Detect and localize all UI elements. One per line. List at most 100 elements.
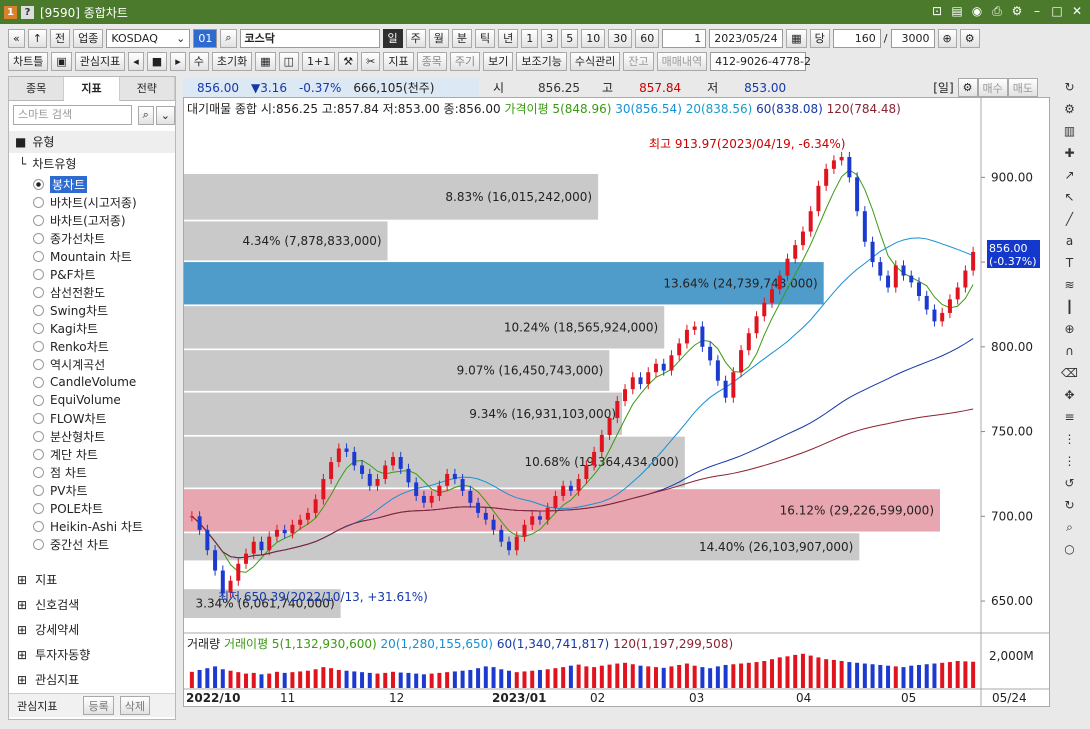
radio-icon[interactable] — [33, 268, 44, 280]
eraser-icon[interactable]: ⌫ — [1060, 364, 1080, 383]
code-field[interactable]: 01 — [193, 28, 218, 48]
radio-icon[interactable] — [33, 394, 44, 406]
tab-indicator[interactable]: 지표 — [64, 77, 120, 101]
stop-icon[interactable]: ■ — [146, 51, 168, 71]
magnet-icon[interactable]: ∩ — [1060, 342, 1080, 361]
save-icon[interactable]: ▣ — [51, 51, 72, 71]
chart-type-option[interactable]: FLOW차트 — [9, 409, 175, 427]
grid-lines-icon[interactable]: ⋮ — [1060, 452, 1080, 471]
period-day[interactable]: 일 — [382, 28, 403, 48]
bars-field[interactable]: 160 — [832, 28, 881, 48]
market-select[interactable]: KOSDAQ ⌄ — [106, 28, 191, 48]
sell-button[interactable]: 매도 — [1007, 78, 1038, 97]
trend-icon[interactable]: ↗ — [1060, 166, 1080, 185]
group-type[interactable]: ■ 유형 — [9, 131, 175, 153]
balance-checkbox[interactable]: 잔고 — [623, 51, 654, 71]
indicator-button[interactable]: 지표 — [383, 51, 414, 71]
cut-icon[interactable]: ✂ — [361, 51, 381, 71]
chart-type-option[interactable]: 봉차트 — [9, 175, 175, 193]
expand-icon[interactable]: ⌄ — [155, 105, 175, 125]
search-icon[interactable]: ⌕ — [220, 28, 237, 48]
chart-type-option[interactable]: 역시계곡선 — [9, 355, 175, 373]
reset-button[interactable]: 초기화 — [211, 51, 253, 71]
chart-type-option[interactable]: Swing차트 — [9, 301, 175, 319]
period-button[interactable]: 주기 — [449, 51, 481, 71]
view-button[interactable]: 보기 — [483, 51, 514, 71]
minute-1[interactable]: 1 — [521, 28, 539, 48]
delete-button[interactable]: 삭제 — [119, 696, 150, 715]
chart-type-option[interactable]: Kagi차트 — [9, 319, 175, 337]
chart-type-option[interactable]: Heikin-Ashi 차트 — [9, 517, 175, 535]
section-fav[interactable]: ⊞ 관심지표 — [9, 667, 175, 692]
one-plus-one-icon[interactable]: 1+1 — [302, 51, 336, 71]
up-button[interactable]: ↑ — [27, 28, 47, 48]
chart-type-option[interactable]: PV차트 — [9, 481, 175, 499]
tab-stock[interactable]: 종목 — [9, 77, 65, 101]
vline-icon[interactable]: ⋮ — [1060, 430, 1080, 449]
radio-icon[interactable] — [33, 178, 44, 190]
minute-60[interactable]: 60 — [635, 28, 660, 48]
zoom-icon[interactable]: ⊕ — [937, 28, 957, 48]
undo-icon[interactable]: ↺ — [1060, 474, 1080, 493]
register-button[interactable]: 등록 — [83, 696, 114, 715]
tab-strategy[interactable]: 전략 — [119, 77, 175, 101]
camera-icon[interactable]: ◉ — [970, 3, 984, 19]
buy-button[interactable]: 매수 — [977, 78, 1008, 97]
formula-button[interactable]: 수식관리 — [569, 51, 621, 71]
chart-type-option[interactable]: EquiVolume — [9, 391, 175, 409]
name-field[interactable]: 코스닥 — [239, 28, 380, 48]
zoom-in-icon[interactable]: ⊕ — [1060, 320, 1080, 339]
radio-icon[interactable] — [33, 214, 44, 226]
radio-icon[interactable] — [33, 358, 44, 370]
crosshair-icon[interactable]: ✚ — [1060, 144, 1080, 163]
chart-type-option[interactable]: P&F차트 — [9, 265, 175, 283]
magnifier-icon[interactable]: ⌕ — [1060, 518, 1080, 537]
smart-search-input[interactable]: 스마트 검색 — [13, 105, 132, 125]
chart-type-option[interactable]: Renko차트 — [9, 337, 175, 355]
radio-icon[interactable] — [33, 232, 44, 244]
tool-icon[interactable]: ⚒ — [338, 51, 359, 71]
market-type-button[interactable]: 업종 — [73, 28, 104, 48]
cursor-icon[interactable]: ↖ — [1060, 188, 1080, 207]
radio-icon[interactable] — [33, 340, 44, 352]
chart-type-option[interactable]: 바차트(시고저종) — [9, 193, 175, 211]
scroll-right-icon[interactable]: ▸ — [170, 51, 186, 71]
minute-10[interactable]: 10 — [581, 28, 606, 48]
gear-icon[interactable]: ⚙ — [1010, 3, 1024, 19]
chart-type-option[interactable]: Mountain 차트 — [9, 247, 175, 265]
text-icon[interactable]: T — [1060, 254, 1080, 273]
refresh-icon[interactable]: ↻ — [1060, 78, 1080, 97]
candlestick-chart[interactable]: 3.34% (6,061,740,000)14.40% (26,103,907,… — [184, 98, 1049, 706]
minute-5[interactable]: 5 — [561, 28, 579, 48]
grid-icon[interactable]: ▦ — [255, 51, 276, 71]
layout-icon[interactable]: ◫ — [278, 51, 300, 71]
chart-frame-button[interactable]: 차트틀 — [8, 51, 49, 71]
line-icon[interactable]: ╱ — [1060, 210, 1080, 229]
channel-icon[interactable]: ≡ — [1060, 408, 1080, 427]
section-indicator[interactable]: ⊞ 지표 — [9, 567, 175, 592]
chart-type-option[interactable]: 바차트(고저종) — [9, 211, 175, 229]
print-icon[interactable]: ⎙ — [990, 3, 1004, 19]
radio-icon[interactable] — [33, 286, 44, 298]
chart-type-option[interactable]: 종가선차트 — [9, 229, 175, 247]
section-investor[interactable]: ⊞ 투자자동향 — [9, 642, 175, 667]
total-field[interactable]: 3000 — [890, 28, 935, 48]
radio-icon[interactable] — [33, 196, 44, 208]
prev-double-button[interactable]: « — [8, 28, 25, 48]
minute-30[interactable]: 30 — [608, 28, 633, 48]
scroll-left-icon[interactable]: ◂ — [128, 51, 144, 71]
chart-type-option[interactable]: 계단 차트 — [9, 445, 175, 463]
chart-type-option[interactable]: 분산형차트 — [9, 427, 175, 445]
radio-icon[interactable] — [33, 538, 44, 550]
calendar-icon[interactable]: ▦ — [786, 28, 807, 48]
radio-icon[interactable] — [33, 520, 44, 532]
trade-history-checkbox[interactable]: 매매내역 — [656, 51, 708, 71]
settings-icon[interactable]: ⚙ — [957, 78, 978, 97]
fib-icon[interactable]: ≋ — [1060, 276, 1080, 295]
today-button[interactable]: 당 — [809, 28, 830, 48]
chart-type-option[interactable]: POLE차트 — [9, 499, 175, 517]
period-month[interactable]: 월 — [428, 28, 449, 48]
fav-indicator-button[interactable]: 관심지표 — [74, 51, 126, 71]
date-field[interactable]: 2023/05/24 — [709, 28, 784, 48]
count-field[interactable]: 1 — [662, 28, 707, 48]
